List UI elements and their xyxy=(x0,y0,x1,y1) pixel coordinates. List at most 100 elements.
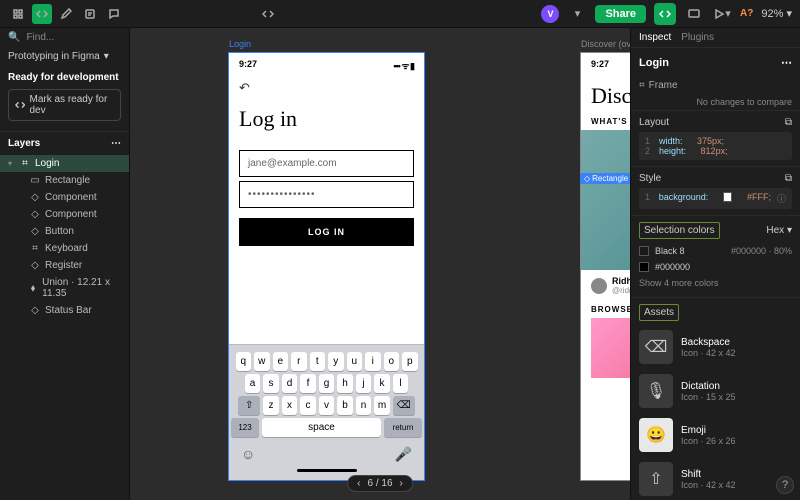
key: i xyxy=(365,352,381,371)
tab-inspect[interactable]: Inspect xyxy=(639,32,671,43)
tab-plugins[interactable]: Plugins xyxy=(681,32,714,43)
rfd-header: Ready for development xyxy=(8,72,121,83)
comment-icon[interactable] xyxy=(104,4,124,24)
present-icon[interactable] xyxy=(684,4,704,24)
asset-row[interactable]: 😀EmojiIcon · 26 x 26 xyxy=(639,413,792,457)
key-return: return xyxy=(384,418,422,437)
annotation-icon[interactable] xyxy=(80,4,100,24)
asset-row[interactable]: 🎙DictationIcon · 15 x 25 xyxy=(639,369,792,413)
layer-item[interactable]: ◇Register xyxy=(0,257,129,274)
layer-item[interactable]: ◇Component xyxy=(0,189,129,206)
key: m xyxy=(374,396,390,415)
copy-icon[interactable]: ⧉ xyxy=(785,117,792,128)
key: g xyxy=(319,374,335,393)
key-shift: ⇧ xyxy=(238,396,260,415)
discover-title: Disc xyxy=(581,75,630,117)
artboard-login[interactable]: Login 9:27••• ᯤ ▮ ↶ Log in jane@example.… xyxy=(228,52,425,481)
selection-badge: ◇Rectangle xyxy=(580,173,630,184)
key: z xyxy=(263,396,279,415)
status-bar: 9:27••• ᯤ ▮ xyxy=(229,53,424,78)
layers-menu-icon[interactable]: ⋯ xyxy=(111,138,121,149)
layout-header: Layout xyxy=(639,117,669,128)
pencil-icon[interactable] xyxy=(56,4,76,24)
share-button[interactable]: Share xyxy=(595,5,646,23)
key: y xyxy=(328,352,344,371)
pager-next-icon[interactable]: › xyxy=(397,478,406,489)
key: l xyxy=(393,374,409,393)
key: p xyxy=(402,352,418,371)
chevron-down-icon[interactable]: ▾ xyxy=(567,4,587,24)
assets-header: Assets xyxy=(639,304,679,321)
style-code[interactable]: 1background: #FFF;ⓘ xyxy=(639,188,792,209)
inspect-panel: Inspect Plugins Login ⋯ ⌗Frame No change… xyxy=(630,28,800,500)
layer-item[interactable]: ⌗Keyboard xyxy=(0,240,129,257)
key: v xyxy=(319,396,335,415)
color-row[interactable]: Black 8#000000 · 80% xyxy=(639,243,792,259)
figma-menu-icon[interactable] xyxy=(8,4,28,24)
asset-row[interactable]: ⌫BackspaceIcon · 42 x 42 xyxy=(639,325,792,369)
copy-icon[interactable]: ⧉ xyxy=(785,173,792,184)
dev-toggle-button[interactable] xyxy=(654,3,676,25)
password-field: ••••••••••••••• xyxy=(239,181,414,208)
pager-prev-icon[interactable]: ‹ xyxy=(354,478,363,489)
avatar[interactable]: V xyxy=(541,5,559,23)
key: c xyxy=(300,396,316,415)
home-indicator xyxy=(297,469,357,472)
key: e xyxy=(273,352,289,371)
user-name: Ridhwa xyxy=(612,276,630,286)
ai-badge[interactable]: A? xyxy=(740,8,753,19)
play-icon[interactable]: ▾ xyxy=(712,4,732,24)
search-icon: 🔍 xyxy=(8,32,20,43)
frame-type: Frame xyxy=(649,80,678,91)
user-handle: @ridgo xyxy=(612,286,630,295)
mic-icon: 🎤 xyxy=(395,446,412,463)
no-changes-text: No changes to compare xyxy=(631,94,800,110)
layer-item[interactable]: ◇Component xyxy=(0,206,129,223)
key: f xyxy=(300,374,316,393)
layer-item[interactable]: ⬧Union · 12.21 x 11.35 xyxy=(0,274,129,302)
layer-item[interactable]: ◇Status Bar xyxy=(0,302,129,319)
zoom-control[interactable]: 92% ▾ xyxy=(761,7,792,20)
key: a xyxy=(245,374,261,393)
key: b xyxy=(337,396,353,415)
keyboard: qwertyuiop asdfghjkl ⇧zxcvbnm⌫ 123 space… xyxy=(229,344,424,480)
selection-title: Login xyxy=(639,57,669,69)
key: j xyxy=(356,374,372,393)
selection-colors-header: Selection colors xyxy=(639,222,720,239)
key: k xyxy=(374,374,390,393)
artboard-discover[interactable]: Discover (over) 9:27 Disc WHAT'S NE Ridh… xyxy=(580,52,630,481)
layer-item[interactable]: ▭Rectangle xyxy=(0,172,129,189)
selection-menu-icon[interactable]: ⋯ xyxy=(781,56,792,69)
layer-item[interactable]: ▾⌗Login xyxy=(0,155,129,172)
layout-code[interactable]: 1width: 375px; 2height: 812px; xyxy=(639,132,792,160)
artboard-label: Login xyxy=(229,39,251,49)
key-space: space xyxy=(262,418,381,437)
mark-ready-button[interactable]: Mark as ready for dev xyxy=(8,89,121,121)
hero-photo xyxy=(581,130,630,270)
file-tab[interactable]: Prototyping in Figma ▾ xyxy=(0,47,129,66)
code-icon[interactable] xyxy=(258,4,278,24)
search-input[interactable]: Find... xyxy=(26,32,54,43)
asset-row[interactable]: ⇧ShiftIcon · 42 x 42 xyxy=(639,457,792,500)
style-header: Style xyxy=(639,173,661,184)
user-avatar xyxy=(591,278,607,294)
login-button: LOG IN xyxy=(239,218,414,246)
canvas[interactable]: Login 9:27••• ᯤ ▮ ↶ Log in jane@example.… xyxy=(130,28,630,500)
key: o xyxy=(384,352,400,371)
emoji-icon: ☺ xyxy=(241,446,255,463)
key-backspace: ⌫ xyxy=(393,396,415,415)
color-row[interactable]: #000000 xyxy=(639,259,792,275)
key: r xyxy=(291,352,307,371)
key: t xyxy=(310,352,326,371)
hex-dropdown[interactable]: Hex ▾ xyxy=(766,225,792,236)
key: n xyxy=(356,396,372,415)
browse-header: BROWSE AL xyxy=(581,301,630,318)
layer-item[interactable]: ◇Button xyxy=(0,223,129,240)
devmode-icon[interactable] xyxy=(32,4,52,24)
help-button[interactable]: ? xyxy=(776,476,794,494)
layer-tree: ▾⌗Login▭Rectangle◇Component◇Component◇Bu… xyxy=(0,155,129,500)
show-more-colors[interactable]: Show 4 more colors xyxy=(639,275,792,291)
info-icon[interactable]: ⓘ xyxy=(777,192,786,205)
frame-pager[interactable]: ‹ 6 / 16 › xyxy=(347,475,413,492)
key-123: 123 xyxy=(231,418,259,437)
